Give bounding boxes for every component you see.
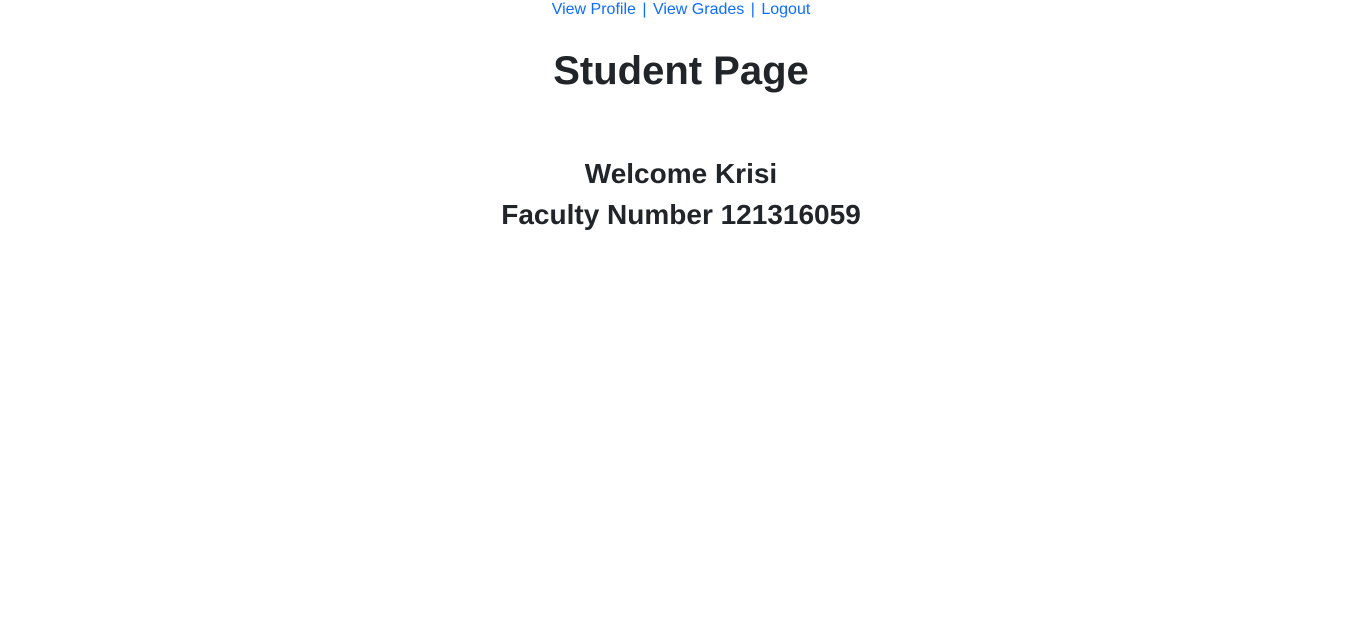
top-nav: View Profile | View Grades | Logout (0, 0, 1362, 20)
faculty-number: Faculty Number 121316059 (501, 199, 861, 230)
student-page: View Profile | View Grades | Logout Stud… (0, 0, 1362, 628)
view-grades-link[interactable]: View Grades (653, 1, 744, 18)
welcome-block: Welcome Krisi Faculty Number 121316059 (0, 153, 1362, 235)
nav-separator: | (750, 1, 755, 18)
welcome-message: Welcome Krisi (584, 158, 778, 189)
page-title: Student Page (553, 49, 809, 93)
nav-separator: | (642, 1, 647, 18)
logout-link[interactable]: Logout (761, 1, 810, 18)
view-profile-link[interactable]: View Profile (552, 1, 636, 18)
